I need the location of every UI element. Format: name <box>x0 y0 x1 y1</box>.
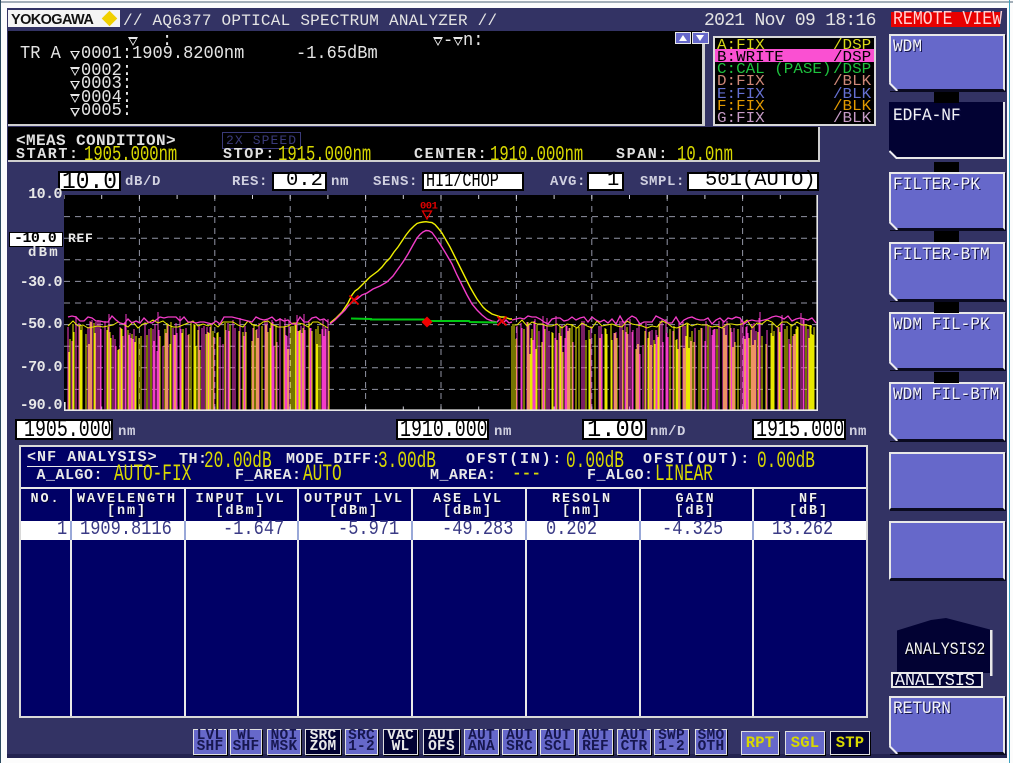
svg-text:REF: REF <box>68 231 94 246</box>
